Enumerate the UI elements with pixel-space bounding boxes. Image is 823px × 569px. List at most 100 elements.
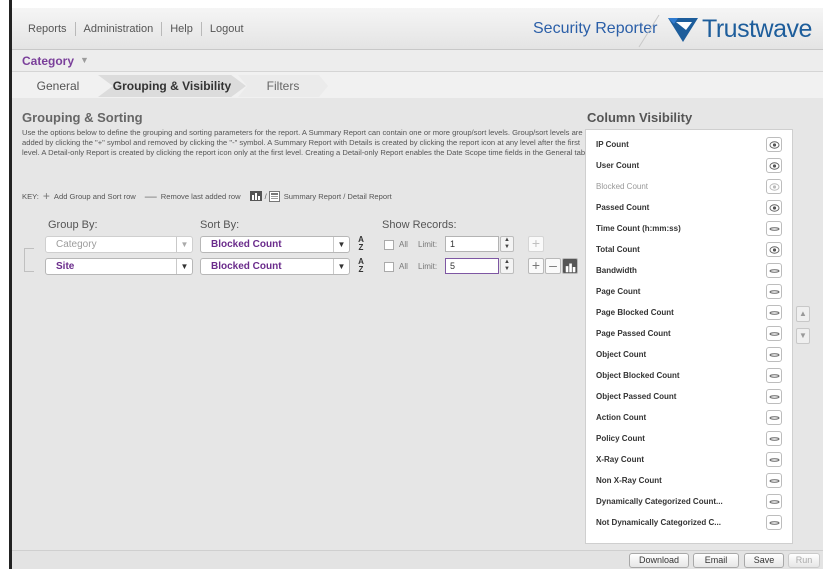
- footer-bar: Download Email Save Run: [12, 550, 823, 569]
- column-name: Time Count (h:mm:ss): [596, 224, 681, 233]
- column-visibility-item[interactable]: Dynamically Categorized Count...: [586, 491, 792, 512]
- key-slash: /: [264, 191, 267, 201]
- add-row-button[interactable]: +: [528, 236, 544, 252]
- category-bar: Category ▼: [12, 50, 823, 72]
- key-add-text: Add Group and Sort row: [53, 191, 136, 201]
- column-name: Dynamically Categorized Count...: [596, 497, 723, 506]
- column-visibility-item[interactable]: Total Count: [586, 239, 792, 260]
- column-visibility-item[interactable]: Object Blocked Count: [586, 365, 792, 386]
- group-by-select[interactable]: Category ▼: [45, 236, 193, 253]
- eye-open-icon[interactable]: [766, 137, 782, 152]
- eye-closed-icon[interactable]: [766, 473, 782, 488]
- tab-general[interactable]: General: [18, 75, 98, 97]
- limit-input[interactable]: 1: [445, 236, 499, 252]
- tab-strip: General Grouping & Visibility Filters: [12, 72, 823, 98]
- eye-open-icon[interactable]: [766, 158, 782, 173]
- column-visibility-item[interactable]: Page Count: [586, 281, 792, 302]
- email-button[interactable]: Email: [693, 553, 739, 568]
- column-visibility-item[interactable]: Blocked Count: [586, 176, 792, 197]
- report-icon-button[interactable]: [562, 258, 578, 274]
- key-legend: KEY: + Add Group and Sort row — Remove l…: [22, 189, 392, 203]
- column-visibility-item[interactable]: Passed Count: [586, 197, 792, 218]
- tab-filters[interactable]: Filters: [238, 75, 328, 97]
- grouping-description: Use the options below to define the grou…: [22, 128, 588, 157]
- eye-closed-icon[interactable]: [766, 221, 782, 236]
- header-divider: [638, 14, 660, 48]
- column-visibility-item[interactable]: Bandwidth: [586, 260, 792, 281]
- eye-closed-icon[interactable]: [766, 389, 782, 404]
- limit-label: Limit:: [418, 262, 438, 271]
- tab-grouping-visibility[interactable]: Grouping & Visibility: [98, 75, 246, 97]
- column-visibility-item[interactable]: Policy Count: [586, 428, 792, 449]
- run-button[interactable]: Run: [788, 553, 820, 568]
- sort-by-select[interactable]: Blocked Count ▼: [200, 258, 350, 275]
- eye-closed-icon[interactable]: [766, 347, 782, 362]
- show-records-header: Show Records:: [382, 219, 457, 231]
- column-name: Non X-Ray Count: [596, 476, 662, 485]
- column-visibility-item[interactable]: X-Ray Count: [586, 449, 792, 470]
- column-name: Page Passed Count: [596, 329, 671, 338]
- group-by-select[interactable]: Site ▼: [45, 258, 193, 275]
- column-name: Total Count: [596, 245, 640, 254]
- column-visibility-item[interactable]: Action Count: [586, 407, 792, 428]
- all-records-checkbox[interactable]: [384, 262, 394, 272]
- column-visibility-item[interactable]: Page Passed Count: [586, 323, 792, 344]
- nav-help[interactable]: Help: [162, 23, 201, 35]
- limit-stepper[interactable]: ▲ ▼: [500, 258, 514, 274]
- brand-logo: Trustwave: [666, 14, 812, 44]
- category-title[interactable]: Category: [22, 54, 74, 68]
- limit-input[interactable]: 5: [445, 258, 499, 274]
- key-report-text: Summary Report / Detail Report: [283, 191, 392, 201]
- nav-administration[interactable]: Administration: [76, 23, 162, 35]
- eye-closed-icon[interactable]: [766, 410, 782, 425]
- eye-closed-icon[interactable]: [766, 431, 782, 446]
- top-header: Reports Administration Help Logout Secur…: [12, 8, 823, 50]
- add-row-button[interactable]: +: [528, 258, 544, 274]
- column-visibility-item[interactable]: User Count: [586, 155, 792, 176]
- all-label: All: [399, 240, 408, 249]
- sort-by-value: Blocked Count: [211, 261, 282, 272]
- column-visibility-item[interactable]: Page Blocked Count: [586, 302, 792, 323]
- chevron-down-icon[interactable]: ▼: [80, 55, 89, 65]
- move-up-button[interactable]: ▲: [796, 306, 810, 322]
- column-visibility-item[interactable]: Object Count: [586, 344, 792, 365]
- move-down-button[interactable]: ▼: [796, 328, 810, 344]
- column-name: User Count: [596, 161, 640, 170]
- download-button[interactable]: Download: [629, 553, 689, 568]
- eye-closed-icon[interactable]: [766, 452, 782, 467]
- column-name: Page Blocked Count: [596, 308, 674, 317]
- main-panel: Grouping & Sorting Use the options below…: [12, 98, 823, 550]
- sort-by-header: Sort By:: [200, 219, 240, 231]
- eye-closed-icon[interactable]: [766, 368, 782, 383]
- sort-by-select[interactable]: Blocked Count ▼: [200, 236, 350, 253]
- all-label: All: [399, 262, 408, 271]
- eye-closed-icon[interactable]: [766, 284, 782, 299]
- remove-row-button[interactable]: –: [545, 258, 561, 274]
- eye-open-icon[interactable]: [766, 200, 782, 215]
- chevron-down-icon: ▼: [333, 259, 349, 274]
- eye-closed-icon[interactable]: [766, 305, 782, 320]
- eye-closed-icon[interactable]: [766, 326, 782, 341]
- column-visibility-item[interactable]: IP Count: [586, 134, 792, 155]
- eye-closed-icon[interactable]: [766, 494, 782, 509]
- column-visibility-item[interactable]: Non X-Ray Count: [586, 470, 792, 491]
- save-button[interactable]: Save: [744, 553, 784, 568]
- all-records-checkbox[interactable]: [384, 240, 394, 250]
- nav-logout[interactable]: Logout: [202, 23, 252, 35]
- column-name: Policy Count: [596, 434, 645, 443]
- row-connector: [24, 248, 34, 272]
- column-visibility-item[interactable]: Not Dynamically Categorized C...: [586, 512, 792, 533]
- column-visibility-item[interactable]: Object Passed Count: [586, 386, 792, 407]
- summary-report-icon: [565, 263, 576, 273]
- sort-order-icon[interactable]: AZ: [354, 236, 368, 252]
- eye-open-icon[interactable]: [766, 242, 782, 257]
- column-visibility-item[interactable]: Time Count (h:mm:ss): [586, 218, 792, 239]
- eye-closed-icon[interactable]: [766, 515, 782, 530]
- eye-closed-icon[interactable]: [766, 263, 782, 278]
- key-remove-text: Remove last added row: [160, 191, 241, 201]
- nav-reports[interactable]: Reports: [20, 23, 75, 35]
- limit-stepper[interactable]: ▲ ▼: [500, 236, 514, 252]
- sort-order-icon[interactable]: AZ: [354, 258, 368, 274]
- grouping-sorting-title: Grouping & Sorting: [22, 110, 143, 125]
- detail-report-icon: [268, 190, 280, 202]
